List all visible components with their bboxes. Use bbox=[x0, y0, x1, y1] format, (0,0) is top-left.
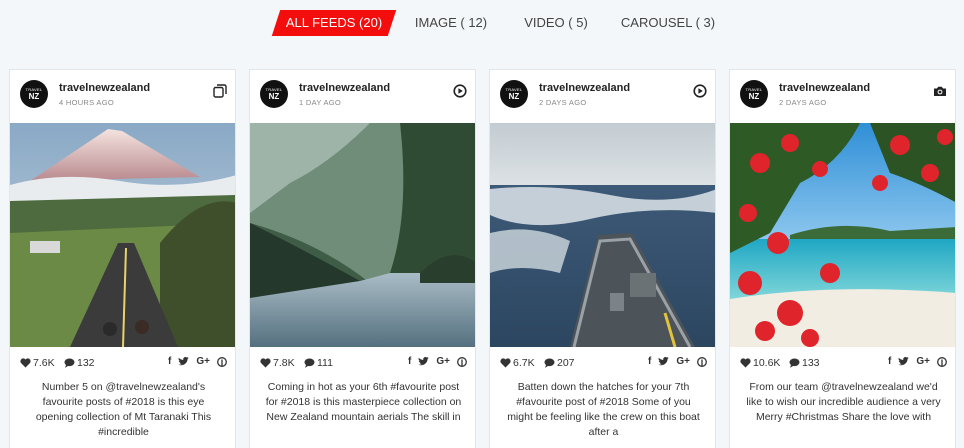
comments-value: 207 bbox=[557, 357, 575, 369]
pinterest-icon[interactable] bbox=[937, 356, 947, 367]
pohutukawa-beach-photo[interactable] bbox=[730, 123, 956, 347]
facebook-icon[interactable]: f bbox=[888, 356, 891, 367]
twitter-icon[interactable] bbox=[658, 357, 670, 366]
tab-carousel[interactable]: CAROUSEL ( 3) bbox=[620, 10, 716, 36]
likes-value: 10.6K bbox=[753, 357, 781, 369]
feed-filter-tabs: ALL FEEDS (20) IMAGE ( 12) VIDEO ( 5) CA… bbox=[0, 10, 964, 36]
post-card[interactable]: TRAVEL NZ travelnewzealand 1 DAY AGO 7.8K… bbox=[249, 69, 476, 448]
google-plus-icon[interactable]: G+ bbox=[196, 356, 210, 367]
likes-value: 7.6K bbox=[33, 357, 55, 369]
heart-icon bbox=[260, 358, 271, 368]
likes-count: 10.6K bbox=[740, 357, 780, 369]
post-header: TRAVEL NZ travelnewzealand 4 HOURS AGO bbox=[10, 70, 235, 123]
comments-value: 111 bbox=[317, 357, 333, 369]
tab-all-feeds[interactable]: ALL FEEDS (20) bbox=[276, 10, 392, 36]
pinterest-icon[interactable] bbox=[217, 356, 227, 367]
google-plus-icon[interactable]: G+ bbox=[916, 356, 930, 367]
facebook-icon[interactable]: f bbox=[648, 356, 651, 367]
post-username[interactable]: travelnewzealand bbox=[539, 82, 630, 94]
comments-count: 111 bbox=[304, 357, 333, 369]
pinterest-icon[interactable] bbox=[457, 356, 467, 367]
heart-icon bbox=[20, 358, 31, 368]
likes-count: 7.8K bbox=[260, 357, 295, 369]
comments-count: 207 bbox=[544, 357, 575, 369]
twitter-icon[interactable] bbox=[418, 357, 430, 366]
avatar[interactable]: TRAVEL NZ bbox=[20, 80, 48, 108]
post-caption: Coming in hot as your 6th #favourite pos… bbox=[265, 381, 462, 423]
video-play-icon bbox=[693, 84, 707, 98]
comments-value: 132 bbox=[77, 357, 95, 369]
post-username[interactable]: travelnewzealand bbox=[59, 82, 150, 94]
post-stats: 10.6K 133 f G+ bbox=[730, 347, 955, 378]
post-caption: Number 5 on @travelnewzealand's favourit… bbox=[35, 381, 212, 438]
heart-icon bbox=[740, 358, 751, 368]
post-time: 2 DAYS AGO bbox=[779, 98, 827, 107]
post-username[interactable]: travelnewzealand bbox=[779, 82, 870, 94]
post-card[interactable]: TRAVEL NZ travelnewzealand 2 DAYS AGO 6.7… bbox=[489, 69, 716, 448]
post-caption: Batten down the hatches for your 7th #fa… bbox=[507, 381, 700, 438]
likes-count: 6.7K bbox=[500, 357, 535, 369]
post-stats: 7.8K 111 f G+ bbox=[250, 347, 475, 378]
share-buttons: f G+ bbox=[888, 356, 947, 367]
post-header: TRAVEL NZ travelnewzealand 2 DAYS AGO bbox=[730, 70, 955, 123]
likes-count: 7.6K bbox=[20, 357, 55, 369]
tab-image[interactable]: IMAGE ( 12) bbox=[410, 10, 492, 36]
post-time: 2 DAYS AGO bbox=[539, 98, 587, 107]
heart-icon bbox=[500, 358, 511, 368]
comments-count: 132 bbox=[64, 357, 95, 369]
post-username[interactable]: travelnewzealand bbox=[299, 82, 390, 94]
mountain-road-photo[interactable] bbox=[10, 123, 236, 347]
carousel-icon bbox=[213, 84, 227, 98]
share-buttons: f G+ bbox=[408, 356, 467, 367]
share-buttons: f G+ bbox=[648, 356, 707, 367]
google-plus-icon[interactable]: G+ bbox=[676, 356, 690, 367]
avatar[interactable]: TRAVEL NZ bbox=[500, 80, 528, 108]
comments-value: 133 bbox=[802, 357, 820, 369]
camera-icon bbox=[934, 86, 946, 96]
avatar[interactable]: TRAVEL NZ bbox=[740, 80, 768, 108]
fiord-aerial-photo[interactable] bbox=[250, 123, 476, 347]
comment-icon bbox=[64, 358, 75, 368]
twitter-icon[interactable] bbox=[898, 357, 910, 366]
twitter-icon[interactable] bbox=[178, 357, 190, 366]
post-time: 4 HOURS AGO bbox=[59, 98, 114, 107]
ship-waves-photo[interactable] bbox=[490, 123, 716, 347]
google-plus-icon[interactable]: G+ bbox=[436, 356, 450, 367]
comments-count: 133 bbox=[789, 357, 820, 369]
post-header: TRAVEL NZ travelnewzealand 2 DAYS AGO bbox=[490, 70, 715, 123]
comment-icon bbox=[304, 358, 315, 368]
post-stats: 6.7K 207 f G+ bbox=[490, 347, 715, 378]
post-card[interactable]: TRAVEL NZ travelnewzealand 2 DAYS AGO 10.… bbox=[729, 69, 956, 448]
post-header: TRAVEL NZ travelnewzealand 1 DAY AGO bbox=[250, 70, 475, 123]
post-caption: From our team @travelnewzealand we'd lik… bbox=[746, 381, 941, 423]
avatar[interactable]: TRAVEL NZ bbox=[260, 80, 288, 108]
pinterest-icon[interactable] bbox=[697, 356, 707, 367]
likes-value: 7.8K bbox=[273, 357, 295, 369]
video-play-icon bbox=[453, 84, 467, 98]
tab-video[interactable]: VIDEO ( 5) bbox=[518, 10, 594, 36]
comment-icon bbox=[544, 358, 555, 368]
post-time: 1 DAY AGO bbox=[299, 98, 342, 107]
post-stats: 7.6K 132 f G+ bbox=[10, 347, 235, 378]
post-card[interactable]: TRAVEL NZ travelnewzealand 4 HOURS AGO 7.… bbox=[9, 69, 236, 448]
facebook-icon[interactable]: f bbox=[168, 356, 171, 367]
comment-icon bbox=[789, 358, 800, 368]
share-buttons: f G+ bbox=[168, 356, 227, 367]
likes-value: 6.7K bbox=[513, 357, 535, 369]
facebook-icon[interactable]: f bbox=[408, 356, 411, 367]
